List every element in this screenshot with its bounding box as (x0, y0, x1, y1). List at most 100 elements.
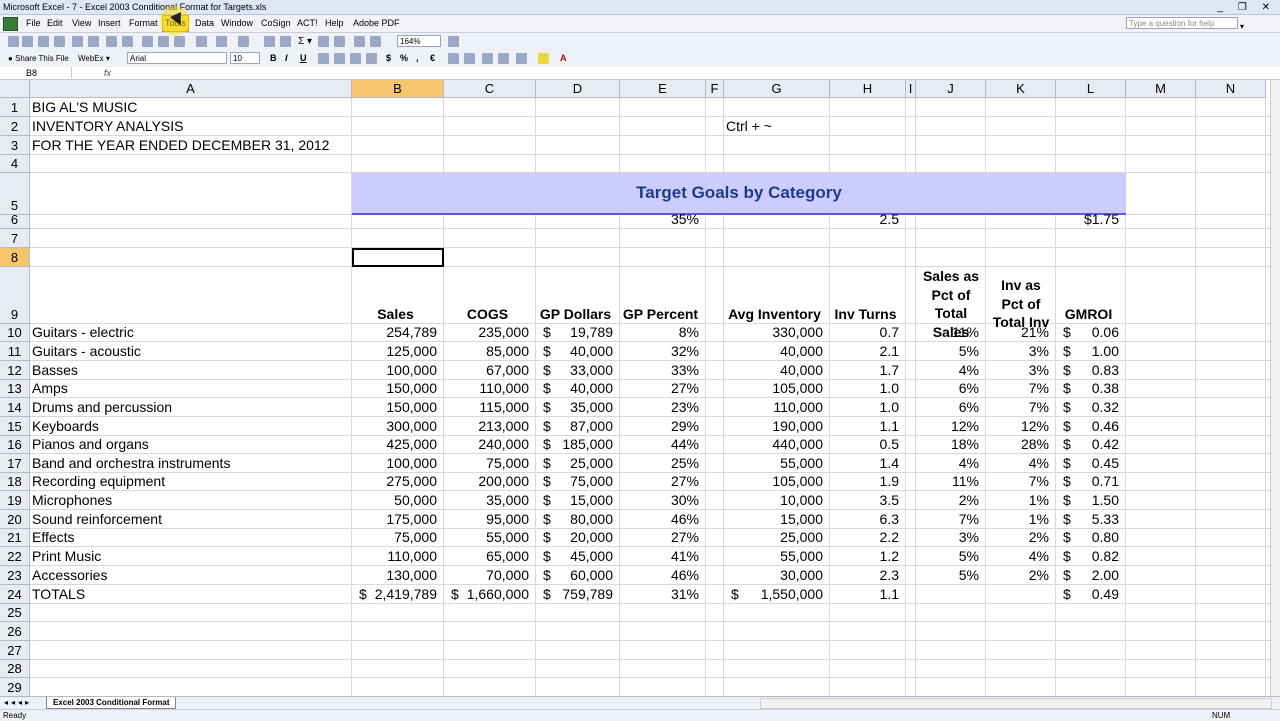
row-header-16[interactable]: 16 (0, 436, 30, 454)
row-header-29[interactable]: 29 (0, 678, 30, 696)
spelling-icon[interactable] (106, 36, 117, 47)
row-header-4[interactable]: 4 (0, 155, 30, 173)
paste-icon[interactable] (174, 36, 185, 47)
menu-adobe-pdf[interactable]: Adobe PDF (351, 15, 402, 32)
save-icon[interactable] (38, 36, 49, 47)
help-search-input[interactable]: Type a question for help (1126, 17, 1238, 29)
font-color-icon[interactable]: A (560, 51, 567, 66)
row-header-21[interactable]: 21 (0, 529, 30, 547)
row-header-22[interactable]: 22 (0, 547, 30, 566)
row-header-8[interactable]: 8 (0, 248, 30, 267)
horizontal-scrollbar[interactable] (760, 698, 1272, 709)
increase-decimal-icon[interactable] (448, 53, 459, 64)
row-header-19[interactable]: 19 (0, 491, 30, 510)
share-file-button[interactable]: ● Share This File (8, 50, 69, 67)
font-size-select[interactable]: 10 (230, 52, 260, 64)
research-icon[interactable] (122, 36, 133, 47)
row-header-2[interactable]: 2 (0, 117, 30, 136)
row-header-14[interactable]: 14 (0, 398, 30, 417)
column-header-j[interactable]: J (916, 80, 986, 98)
row-header-17[interactable]: 17 (0, 454, 30, 473)
zoom-select[interactable]: 164% (397, 35, 441, 47)
row-header-5[interactable]: 5 (0, 173, 30, 215)
name-box[interactable]: B8 (0, 67, 72, 78)
italic-button[interactable]: I (285, 51, 288, 66)
drawing-icon[interactable] (370, 36, 381, 47)
vertical-scrollbar[interactable] (1270, 80, 1280, 696)
row-header-1[interactable]: 1 (0, 98, 30, 117)
bold-button[interactable]: B (270, 51, 277, 66)
row-header-6[interactable]: 6 (0, 212, 30, 229)
font-name-select[interactable]: Arial (127, 52, 227, 64)
align-center-icon[interactable] (334, 53, 345, 64)
menu-window[interactable]: Window (219, 15, 255, 32)
active-cell-b8[interactable] (352, 248, 444, 267)
redo-icon[interactable] (238, 36, 249, 47)
menu-data[interactable]: Data (193, 15, 216, 32)
tab-scroll-icons[interactable]: ◂◂◂▸ (4, 697, 32, 709)
decrease-indent-icon[interactable] (482, 53, 493, 64)
menu-format[interactable]: Format (127, 15, 160, 32)
sort-descending-icon[interactable] (334, 36, 345, 47)
column-header-d[interactable]: D (536, 80, 620, 98)
align-left-icon[interactable] (318, 53, 329, 64)
select-all-corner[interactable] (0, 80, 30, 98)
row-header-18[interactable]: 18 (0, 473, 30, 491)
column-header-c[interactable]: C (444, 80, 536, 98)
worksheet-grid[interactable]: A B C D E F G H I J K L M N 1 2 3 4 5 6 7 8 9 10 11 12 13 14 15 16 17 1… (0, 80, 1270, 696)
align-right-icon[interactable] (350, 53, 361, 64)
excel-doc-icon[interactable] (3, 17, 18, 31)
menu-help[interactable]: Help (323, 15, 346, 32)
window-controls[interactable]: _ ❐ ✕ (1218, 1, 1276, 15)
fill-color-icon[interactable] (538, 53, 549, 64)
row-header-12[interactable]: 12 (0, 361, 30, 380)
percent-icon[interactable]: % (400, 51, 408, 66)
row-header-25[interactable]: 25 (0, 604, 30, 622)
chart-icon[interactable] (280, 36, 291, 47)
comma-icon[interactable]: , (416, 51, 419, 66)
menu-insert[interactable]: Insert (96, 15, 123, 32)
borders-icon[interactable] (516, 53, 527, 64)
row-header-10[interactable]: 10 (0, 324, 30, 342)
column-header-a[interactable]: A (30, 80, 352, 98)
column-header-i[interactable]: I (906, 80, 916, 98)
format-painter-icon[interactable] (196, 36, 207, 47)
underline-button[interactable]: U (300, 51, 307, 66)
sort-ascending-icon[interactable] (318, 36, 329, 47)
column-header-l[interactable]: L (1056, 80, 1126, 98)
autosum-icon[interactable]: Σ ▾ (298, 33, 312, 50)
column-header-g[interactable]: G (724, 80, 830, 98)
menu-act[interactable]: ACT! (295, 15, 320, 32)
copy-icon[interactable] (158, 36, 169, 47)
column-header-m[interactable]: M (1126, 80, 1196, 98)
row-header-26[interactable]: 26 (0, 622, 30, 641)
increase-indent-icon[interactable] (498, 53, 509, 64)
new-icon[interactable] (8, 36, 19, 47)
row-header-3[interactable]: 3 (0, 136, 30, 155)
column-header-n[interactable]: N (1196, 80, 1266, 98)
chart-wizard-icon[interactable] (354, 36, 365, 47)
column-header-h[interactable]: H (830, 80, 906, 98)
row-header-11[interactable]: 11 (0, 342, 30, 361)
column-header-e[interactable]: E (620, 80, 706, 98)
row-header-9[interactable]: 9 (0, 267, 30, 324)
row-header-20[interactable]: 20 (0, 510, 30, 529)
open-icon[interactable] (22, 36, 33, 47)
row-header-27[interactable]: 27 (0, 641, 30, 660)
menu-file[interactable]: File (24, 15, 43, 32)
row-header-13[interactable]: 13 (0, 380, 30, 398)
menu-cosign[interactable]: CoSign (259, 15, 293, 32)
euro-icon[interactable]: € (430, 51, 435, 66)
print-preview-icon[interactable] (88, 36, 99, 47)
column-header-k[interactable]: K (986, 80, 1056, 98)
currency-icon[interactable]: $ (386, 51, 391, 66)
row-header-7[interactable]: 7 (0, 229, 30, 248)
row-header-28[interactable]: 28 (0, 660, 30, 678)
print-icon[interactable] (72, 36, 83, 47)
merge-center-icon[interactable] (366, 53, 377, 64)
cut-icon[interactable] (142, 36, 153, 47)
help-icon[interactable] (448, 36, 459, 47)
row-header-23[interactable]: 23 (0, 566, 30, 585)
decrease-decimal-icon[interactable] (464, 53, 475, 64)
permission-icon[interactable] (54, 36, 65, 47)
